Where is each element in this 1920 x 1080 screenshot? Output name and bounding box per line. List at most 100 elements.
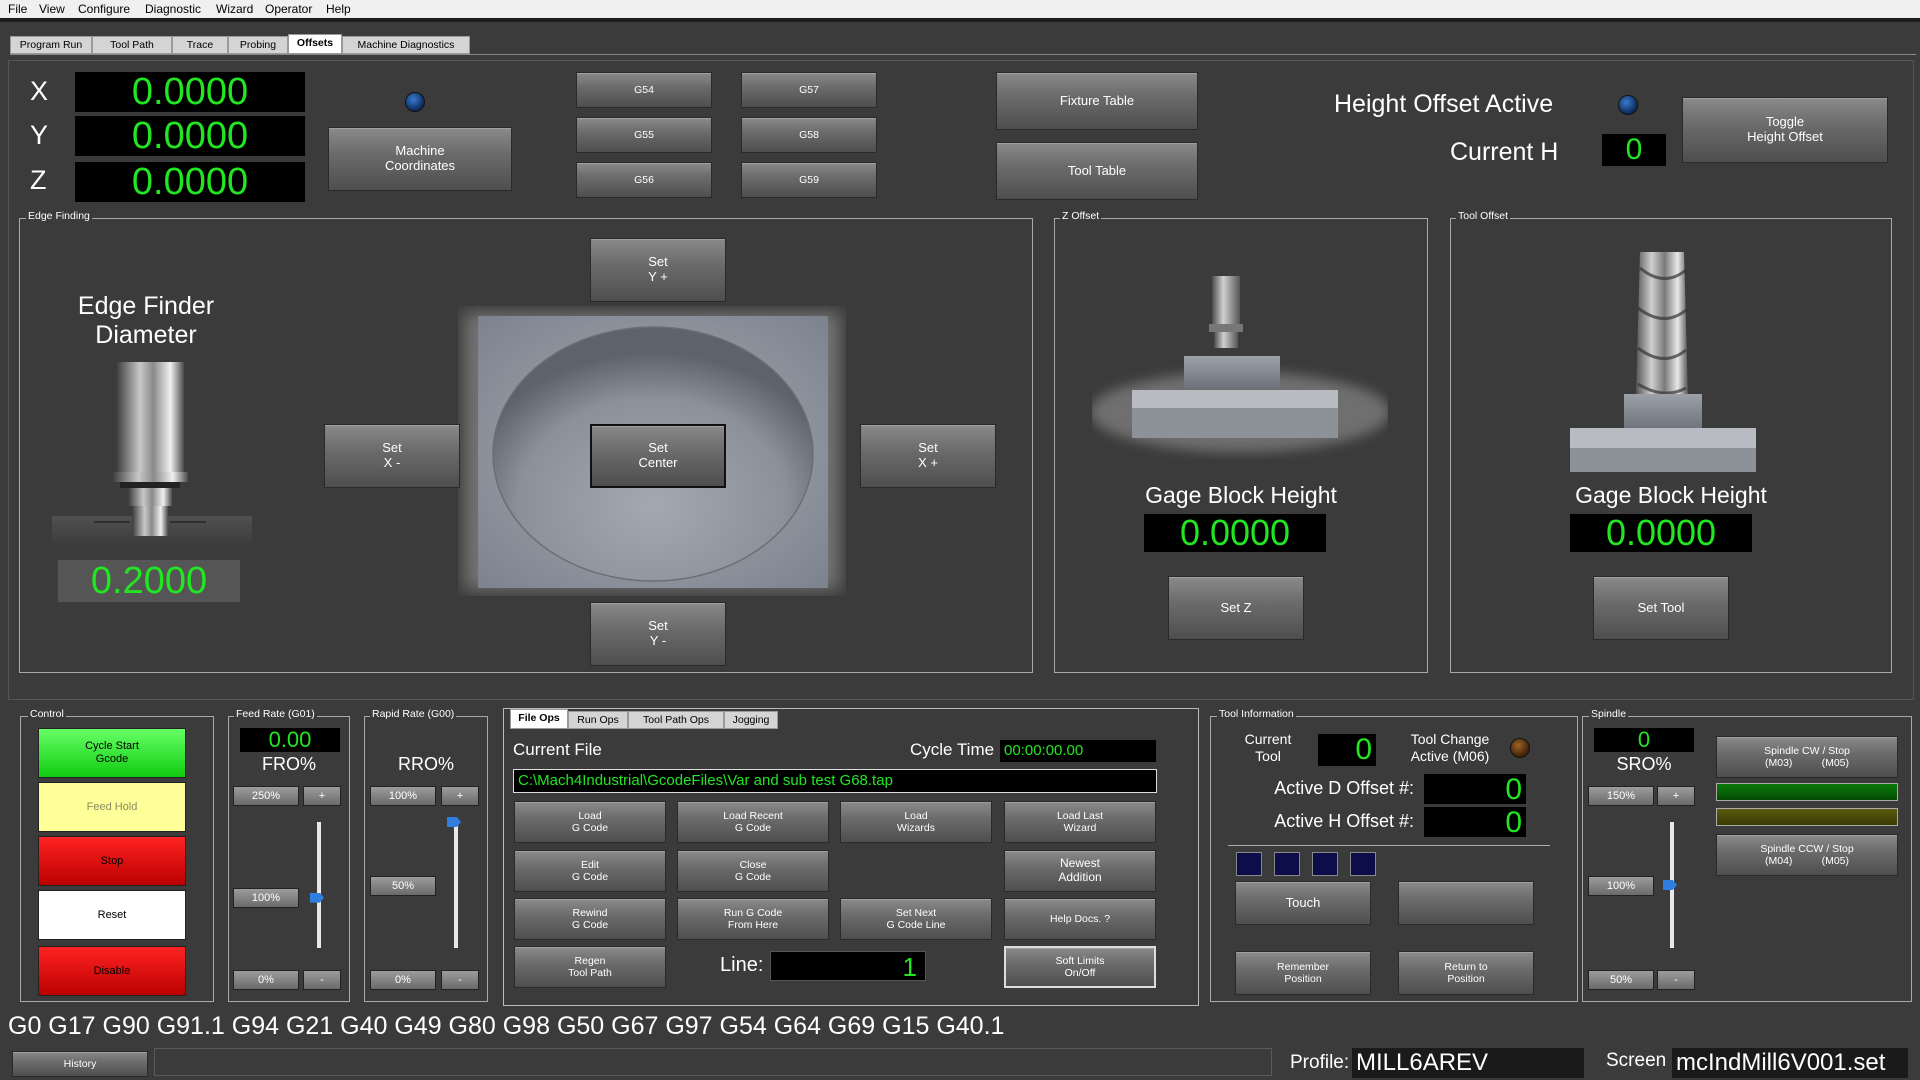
fro-slider-track[interactable] <box>317 822 321 948</box>
tab-file-ops[interactable]: File Ops <box>510 709 568 729</box>
sro-50-button[interactable]: 50% <box>1588 970 1654 990</box>
line-value[interactable]: 1 <box>770 951 926 982</box>
set-next-line-button[interactable]: Set Next G Code Line <box>840 898 992 940</box>
tool-info-divider <box>1228 845 1550 846</box>
sro-label: SRO% <box>1616 754 1672 774</box>
feed-hold-button[interactable]: Feed Hold <box>38 782 186 832</box>
tab-trace[interactable]: Trace <box>172 36 228 54</box>
h-offset-label: Active H Offset #: <box>1274 811 1414 831</box>
set-z-button[interactable]: Set Z <box>1168 576 1304 640</box>
current-file-label: Current File <box>513 740 602 759</box>
edge-finder-diameter-value[interactable]: 0.2000 <box>58 560 240 602</box>
tab-tool-path-ops[interactable]: Tool Path Ops <box>628 711 724 729</box>
load-last-wizard-button[interactable]: Load Last Wizard <box>1004 801 1156 843</box>
load-wizards-button[interactable]: Load Wizards <box>840 801 992 843</box>
return-to-position-button[interactable]: Return to Position <box>1398 951 1534 995</box>
set-y-plus-button[interactable]: Set Y + <box>590 238 726 302</box>
sro-100-button[interactable]: 100% <box>1588 876 1654 896</box>
rro-minus-button[interactable]: - <box>441 970 479 990</box>
menu-file[interactable]: File <box>8 2 27 16</box>
tool-gage-block-value[interactable]: 0.0000 <box>1570 514 1752 552</box>
title-band <box>0 18 1920 22</box>
h-offset-value: 0 <box>1424 807 1526 839</box>
menu-view[interactable]: View <box>39 2 65 16</box>
tab-divider <box>10 54 1916 55</box>
cycle-start-button[interactable]: Cycle Start Gcode <box>38 728 186 778</box>
tab-tool-path[interactable]: Tool Path <box>92 36 172 54</box>
blank-button[interactable] <box>1398 881 1534 925</box>
active-gcodes: G0 G17 G90 G91.1 G94 G21 G40 G49 G80 G98… <box>8 1012 1005 1040</box>
menu-bar: File View Configure Diagnostic Wizard Op… <box>0 0 1920 18</box>
set-center-button[interactable]: Set Center <box>590 424 726 488</box>
rro-slider-track[interactable] <box>454 822 458 948</box>
rro-0-button[interactable]: 0% <box>370 970 436 990</box>
remember-position-button[interactable]: Remember Position <box>1235 951 1371 995</box>
help-docs-button[interactable]: Help Docs. ? <box>1004 898 1156 940</box>
fro-minus-button[interactable]: - <box>303 970 341 990</box>
feed-rate-value: 0.00 <box>240 728 340 752</box>
z-offset-label: Z Offset <box>1060 210 1102 222</box>
edge-finder-image <box>52 356 252 556</box>
reset-button[interactable]: Reset <box>38 890 186 940</box>
tool-gage-block-title: Gage Block Height <box>1575 482 1767 508</box>
tab-jogging[interactable]: Jogging <box>724 711 778 729</box>
run-from-here-button[interactable]: Run G Code From Here <box>677 898 829 940</box>
current-tool-label: Current Tool <box>1244 731 1292 764</box>
set-x-minus-button[interactable]: Set X - <box>324 424 460 488</box>
spindle-cw-button[interactable]: Spindle CW / Stop (M03) (M05) <box>1716 736 1898 778</box>
control-label: Control <box>28 708 66 720</box>
rapid-rate-label: Rapid Rate (G00) <box>370 708 457 720</box>
sro-plus-button[interactable]: + <box>1657 786 1695 806</box>
rro-plus-button[interactable]: + <box>441 786 479 806</box>
stop-button[interactable]: Stop <box>38 836 186 886</box>
cycle-time-label: Cycle Time <box>910 740 995 759</box>
disable-button[interactable]: Disable <box>38 946 186 996</box>
tab-offsets[interactable]: Offsets <box>288 34 342 54</box>
menu-diagnostic[interactable]: Diagnostic <box>145 2 201 16</box>
tool-change-label: Tool Change Active (M06) <box>1410 731 1490 764</box>
edit-gcode-button[interactable]: Edit G Code <box>514 850 666 892</box>
rro-100-button[interactable]: 100% <box>370 786 436 806</box>
fro-100-button[interactable]: 100% <box>233 888 299 908</box>
close-gcode-button[interactable]: Close G Code <box>677 850 829 892</box>
tab-run-ops[interactable]: Run Ops <box>568 711 628 729</box>
spindle-cw-indicator <box>1716 783 1898 801</box>
newest-addition-button[interactable]: Newest Addition <box>1004 850 1156 892</box>
tool-indicator-3 <box>1312 852 1338 876</box>
load-gcode-button[interactable]: Load G Code <box>514 801 666 843</box>
menu-configure[interactable]: Configure <box>78 2 130 16</box>
tool-offset-label: Tool Offset <box>1456 210 1510 222</box>
fro-250-button[interactable]: 250% <box>233 786 299 806</box>
set-y-minus-button[interactable]: Set Y - <box>590 602 726 666</box>
set-tool-button[interactable]: Set Tool <box>1593 576 1729 640</box>
regen-tool-path-button[interactable]: Regen Tool Path <box>514 946 666 988</box>
fro-plus-button[interactable]: + <box>303 786 341 806</box>
sro-minus-button[interactable]: - <box>1657 970 1695 990</box>
tab-machine-diagnostics[interactable]: Machine Diagnostics <box>342 36 470 54</box>
end-mill-image <box>1560 248 1780 478</box>
menu-help[interactable]: Help <box>326 2 351 16</box>
menu-operator[interactable]: Operator <box>265 2 312 16</box>
sro-150-button[interactable]: 150% <box>1588 786 1654 806</box>
rro-50-button[interactable]: 50% <box>370 876 436 896</box>
rewind-gcode-button[interactable]: Rewind G Code <box>514 898 666 940</box>
history-button[interactable]: History <box>12 1051 148 1077</box>
tool-indicator-4 <box>1350 852 1376 876</box>
current-file-path: C:\Mach4Industrial\GcodeFiles\Var and su… <box>513 769 1157 793</box>
menu-wizard[interactable]: Wizard <box>216 2 253 16</box>
load-recent-gcode-button[interactable]: Load Recent G Code <box>677 801 829 843</box>
spindle-ccw-button[interactable]: Spindle CCW / Stop (M04) (M05) <box>1716 834 1898 876</box>
tab-program-run[interactable]: Program Run <box>10 36 92 54</box>
soft-limits-button[interactable]: Soft Limits On/Off <box>1004 946 1156 988</box>
set-x-plus-button[interactable]: Set X + <box>860 424 996 488</box>
touch-button[interactable]: Touch <box>1235 881 1371 925</box>
spindle-label: Spindle <box>1589 708 1629 720</box>
tool-info-label: Tool Information <box>1217 708 1296 720</box>
fro-0-button[interactable]: 0% <box>233 970 299 990</box>
z-gage-block-value[interactable]: 0.0000 <box>1144 514 1326 552</box>
tool-indicator-1 <box>1236 852 1262 876</box>
screen-label: Screen <box>1606 1050 1667 1071</box>
z-gage-block-title: Gage Block Height <box>1145 482 1337 508</box>
tab-probing[interactable]: Probing <box>228 36 288 54</box>
gage-block-z-image <box>1090 272 1390 472</box>
